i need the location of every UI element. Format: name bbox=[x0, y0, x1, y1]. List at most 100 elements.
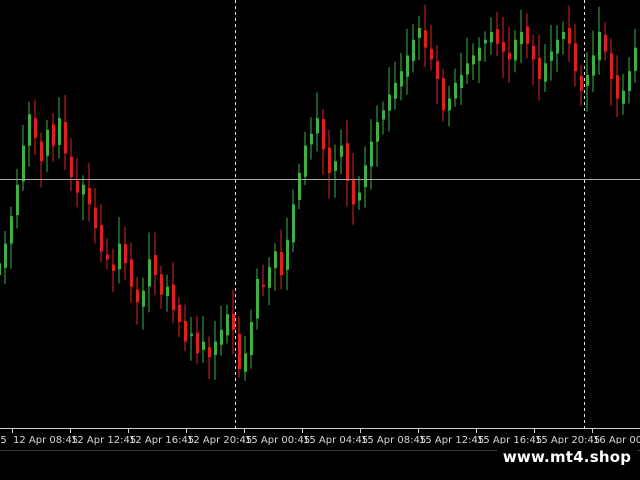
candle-down bbox=[568, 28, 571, 44]
watermark-logo: www.mt4.shop bbox=[497, 444, 637, 470]
candle-down bbox=[178, 304, 181, 322]
candle-up bbox=[388, 94, 391, 111]
candle-down bbox=[580, 75, 583, 91]
candle-down bbox=[262, 284, 265, 287]
candle-down bbox=[208, 347, 211, 358]
candle-up bbox=[28, 114, 31, 146]
candle-down bbox=[436, 61, 439, 79]
x-tick-label: 12 Apr 08:45 bbox=[13, 435, 78, 446]
x-tick-label: 15 Apr 00:45 bbox=[245, 435, 310, 446]
candle-down bbox=[328, 147, 331, 174]
candle-up bbox=[202, 341, 205, 350]
candle-down bbox=[280, 252, 283, 275]
candle-up bbox=[148, 259, 151, 287]
candle-up bbox=[370, 141, 373, 167]
candles-group bbox=[0, 4, 637, 381]
candle-up bbox=[340, 145, 343, 157]
candle-up bbox=[10, 216, 13, 244]
candle-up bbox=[520, 31, 523, 45]
candle-up bbox=[622, 90, 625, 104]
candle-down bbox=[496, 29, 499, 44]
x-tick-label: 15 Apr 08:45 bbox=[361, 435, 426, 446]
candle-up bbox=[166, 286, 169, 297]
candle-up bbox=[586, 75, 589, 86]
candle-up bbox=[556, 39, 559, 54]
candle-up bbox=[16, 184, 19, 216]
candle-down bbox=[232, 313, 235, 330]
candle-up bbox=[382, 110, 385, 120]
candle-up bbox=[550, 51, 553, 61]
candle-up bbox=[358, 192, 361, 201]
candle-up bbox=[82, 184, 85, 195]
x-tick-label: 15 Apr 04:45 bbox=[303, 435, 368, 446]
x-tick-label: 15 Apr 12:45 bbox=[419, 435, 484, 446]
candle-down bbox=[94, 207, 97, 228]
candle-up bbox=[190, 333, 193, 336]
candle-down bbox=[136, 289, 139, 303]
candle-up bbox=[22, 145, 25, 182]
candle-down bbox=[124, 244, 127, 264]
candle-up bbox=[310, 133, 313, 145]
candle-down bbox=[508, 52, 511, 60]
candle-down bbox=[172, 284, 175, 311]
candle-up bbox=[298, 173, 301, 200]
candle-up bbox=[490, 31, 493, 43]
candle-down bbox=[34, 118, 37, 138]
candle-up bbox=[274, 251, 277, 269]
candle-up bbox=[466, 63, 469, 75]
candle-up bbox=[634, 47, 637, 71]
candle-up bbox=[406, 55, 409, 77]
candle-down bbox=[442, 78, 445, 111]
candle-up bbox=[544, 63, 547, 82]
price-chart[interactable]: 45 12 Apr 08:4512 Apr 12:4512 Apr 16:4512… bbox=[0, 0, 640, 480]
candle-up bbox=[316, 118, 319, 134]
candle-down bbox=[154, 255, 157, 275]
candle-up bbox=[142, 290, 145, 307]
candle-up bbox=[220, 329, 223, 345]
candle-up bbox=[118, 243, 121, 270]
candle-down bbox=[532, 45, 535, 60]
candle-down bbox=[70, 156, 73, 177]
candle-down bbox=[76, 181, 79, 193]
candle-down bbox=[88, 187, 91, 205]
candle-up bbox=[46, 129, 49, 156]
candle-up bbox=[4, 243, 7, 268]
candle-down bbox=[610, 53, 613, 79]
candle-up bbox=[268, 267, 271, 288]
candle-up bbox=[484, 39, 487, 44]
candle-up bbox=[460, 75, 463, 89]
candle-down bbox=[100, 224, 103, 252]
x-tick-label: 12 Apr 20:45 bbox=[187, 435, 252, 446]
candle-up bbox=[334, 161, 337, 171]
candle-up bbox=[448, 98, 451, 111]
chart-canvas[interactable]: 45 12 Apr 08:4512 Apr 12:4512 Apr 16:4512… bbox=[0, 0, 640, 480]
candle-down bbox=[526, 26, 529, 44]
candle-up bbox=[412, 39, 415, 61]
candle-up bbox=[244, 353, 247, 372]
candle-down bbox=[160, 274, 163, 295]
candle-down bbox=[502, 42, 505, 52]
x-tick-label: 45 bbox=[0, 435, 7, 446]
day-separators bbox=[235, 0, 585, 428]
candle-down bbox=[574, 43, 577, 72]
candle-up bbox=[226, 314, 229, 336]
candle-down bbox=[538, 57, 541, 79]
candle-down bbox=[346, 143, 349, 181]
candle-down bbox=[52, 124, 55, 146]
candle-up bbox=[292, 204, 295, 243]
candle-up bbox=[250, 322, 253, 356]
candle-up bbox=[364, 165, 367, 188]
candle-down bbox=[352, 180, 355, 205]
candle-down bbox=[184, 320, 187, 342]
candle-up bbox=[256, 278, 259, 319]
candle-up bbox=[214, 341, 217, 355]
candle-up bbox=[286, 239, 289, 270]
candle-down bbox=[616, 75, 619, 99]
candle-up bbox=[394, 82, 397, 99]
candle-up bbox=[58, 118, 61, 146]
candle-up bbox=[472, 55, 475, 65]
candle-down bbox=[112, 264, 115, 272]
x-tick-label: 12 Apr 12:45 bbox=[71, 435, 136, 446]
candle-up bbox=[418, 28, 421, 38]
x-tick-label: 12 Apr 16:45 bbox=[129, 435, 194, 446]
